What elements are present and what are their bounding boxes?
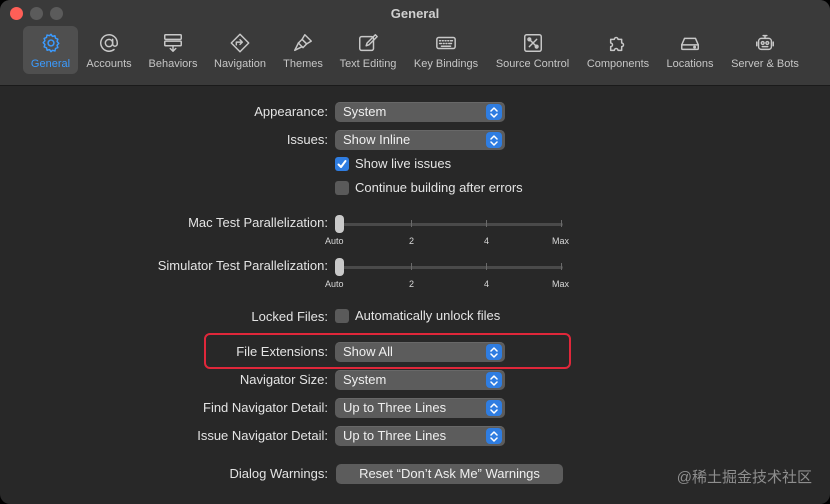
tab-label: Behaviors — [148, 58, 198, 70]
window-title: General — [390, 6, 440, 21]
brush-icon — [290, 30, 316, 56]
appearance-label: Appearance: — [254, 104, 328, 119]
navigation-icon — [227, 30, 253, 56]
show-live-issues-checkbox[interactable] — [335, 157, 349, 171]
continue-building-checkbox[interactable] — [335, 181, 349, 195]
dialog-warnings-label: Dialog Warnings: — [229, 466, 328, 481]
auto-unlock-files-label: Automatically unlock files — [355, 308, 501, 323]
up-down-arrows-icon — [486, 400, 502, 416]
file-extensions-value: Show All — [343, 344, 393, 359]
slider-tick — [561, 220, 562, 227]
up-down-arrows-icon — [486, 104, 502, 120]
tick-label-auto: Auto — [325, 279, 344, 289]
simulator-test-parallelization-slider-knob[interactable] — [335, 258, 344, 276]
tick-label-max: Max — [552, 236, 570, 246]
tab-locations[interactable]: Locations — [661, 26, 719, 74]
keyboard-icon — [433, 30, 459, 56]
tab-label: Components — [586, 58, 650, 70]
issue-navigator-detail-value: Up to Three Lines — [343, 428, 447, 443]
tab-label: Locations — [666, 58, 714, 70]
tick-label-2: 2 — [409, 279, 415, 289]
tick-label-max: Max — [552, 279, 570, 289]
tab-label: General — [30, 58, 71, 70]
find-navigator-detail-value: Up to Three Lines — [343, 400, 447, 415]
preferences-window: General General Accounts Behaviors Navig — [0, 0, 830, 504]
simulator-test-parallelization-track[interactable] — [338, 266, 563, 269]
tab-themes[interactable]: Themes — [278, 26, 328, 74]
simulator-test-parallelization-label: Simulator Test Parallelization: — [157, 258, 328, 273]
tab-general[interactable]: General — [23, 26, 78, 74]
source-control-icon — [520, 30, 546, 56]
tab-key-bindings[interactable]: Key Bindings — [408, 26, 484, 74]
continue-building-label: Continue building after errors — [355, 180, 523, 195]
pencil-square-icon — [355, 30, 381, 56]
up-down-arrows-icon — [486, 428, 502, 444]
tab-server-bots[interactable]: Server & Bots — [726, 26, 804, 74]
tick-label-auto: Auto — [325, 236, 344, 246]
issue-navigator-detail-label: Issue Navigator Detail: — [197, 428, 328, 443]
mac-test-parallelization-slider-knob[interactable] — [335, 215, 344, 233]
navigator-size-popup[interactable]: System — [335, 370, 505, 390]
watermark: @稀土掘金技术社区 — [676, 469, 812, 486]
tab-label: Server & Bots — [731, 58, 799, 70]
up-down-arrows-icon — [486, 372, 502, 388]
tab-label: Accounts — [86, 58, 132, 70]
appearance-value: System — [343, 104, 387, 119]
up-down-arrows-icon — [486, 132, 502, 148]
reset-warnings-button-label: Reset “Don’t Ask Me” Warnings — [359, 466, 540, 481]
tab-behaviors[interactable]: Behaviors — [143, 26, 203, 74]
tab-label: Navigation — [214, 58, 266, 70]
tab-source-control[interactable]: Source Control — [490, 26, 575, 74]
puzzle-icon — [605, 30, 631, 56]
gear-icon — [38, 30, 64, 56]
tab-accounts[interactable]: Accounts — [82, 26, 136, 74]
file-extensions-popup[interactable]: Show All — [335, 342, 505, 362]
appearance-popup[interactable]: System — [335, 102, 505, 122]
mac-test-parallelization-label: Mac Test Parallelization: — [188, 215, 328, 230]
tab-components[interactable]: Components — [582, 26, 654, 74]
mac-test-parallelization-track[interactable] — [338, 223, 563, 226]
tab-label: Source Control — [495, 58, 570, 70]
tab-label: Key Bindings — [413, 58, 479, 70]
reset-warnings-button[interactable]: Reset “Don’t Ask Me” Warnings — [336, 464, 563, 484]
tick-label-4: 4 — [484, 236, 490, 246]
issues-popup[interactable]: Show Inline — [335, 130, 505, 150]
auto-unlock-files-checkbox[interactable] — [335, 309, 349, 323]
slider-tick — [411, 263, 412, 270]
navigator-size-label: Navigator Size: — [239, 372, 328, 387]
find-navigator-detail-popup[interactable]: Up to Three Lines — [335, 398, 505, 418]
file-extensions-label: File Extensions: — [236, 344, 328, 359]
tab-text-editing[interactable]: Text Editing — [334, 26, 402, 74]
show-live-issues-label: Show live issues — [355, 156, 452, 171]
tick-label-2: 2 — [409, 236, 415, 246]
issue-navigator-detail-popup[interactable]: Up to Three Lines — [335, 426, 505, 446]
tab-label: Text Editing — [339, 58, 397, 70]
drive-icon — [677, 30, 703, 56]
behaviors-icon — [160, 30, 186, 56]
at-sign-icon — [96, 30, 122, 56]
slider-tick — [561, 263, 562, 270]
locked-files-label: Locked Files: — [251, 309, 328, 324]
navigator-size-value: System — [343, 372, 387, 387]
slider-tick — [486, 220, 487, 227]
find-navigator-detail-label: Find Navigator Detail: — [203, 400, 328, 415]
toolbar: General General Accounts Behaviors Navig — [0, 0, 830, 86]
up-down-arrows-icon — [486, 344, 502, 360]
robot-icon — [752, 30, 778, 56]
tick-label-4: 4 — [484, 279, 490, 289]
tab-label: Themes — [283, 58, 323, 70]
issues-value: Show Inline — [343, 132, 411, 147]
slider-tick — [486, 263, 487, 270]
issues-label: Issues: — [286, 132, 328, 147]
checkmark-icon — [337, 160, 347, 168]
tab-navigation[interactable]: Navigation — [209, 26, 271, 74]
slider-tick — [411, 220, 412, 227]
